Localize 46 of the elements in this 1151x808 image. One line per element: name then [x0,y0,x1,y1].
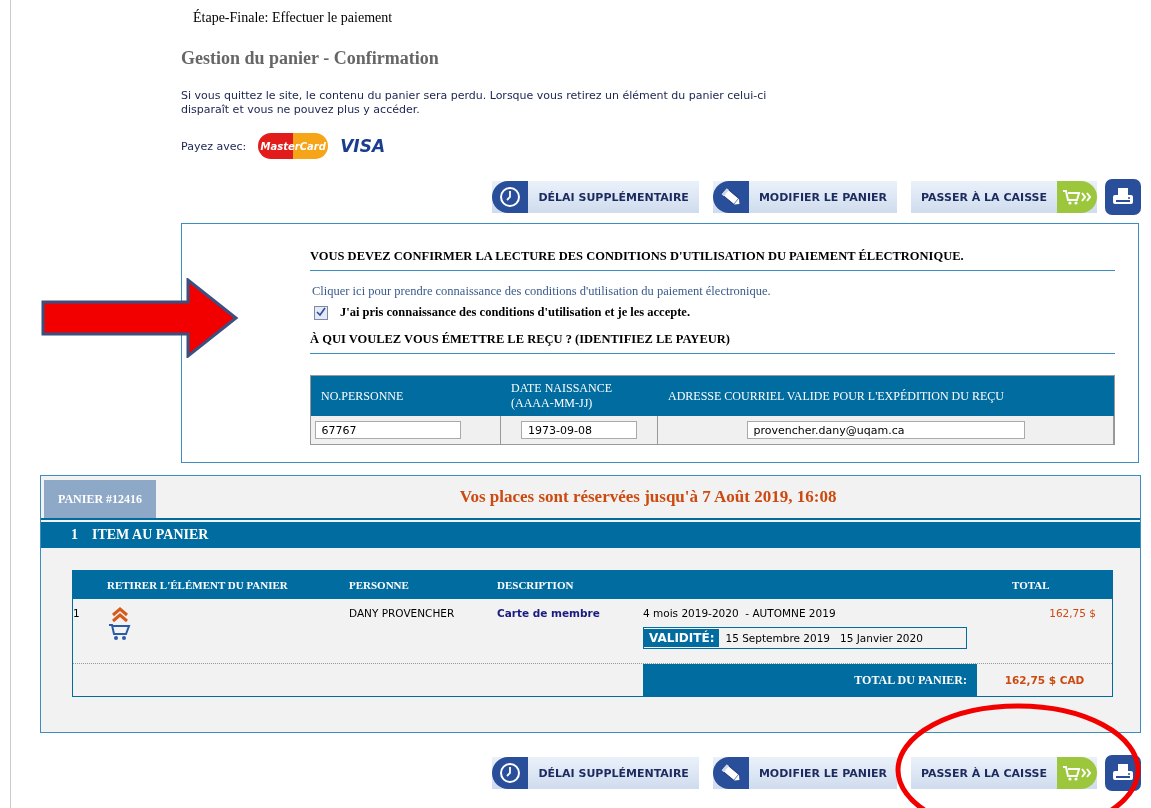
remove-cart-icon[interactable] [107,607,133,641]
mastercard-logo: MasterCard [258,133,329,159]
input-field[interactable]: 67767 [314,421,461,439]
checkout-button[interactable]: PASSER À LA CAISSE [911,757,1097,789]
clock-icon [499,762,522,784]
section-heading: VOUS DEVEZ CONFIRMER LA LECTURE DES CONDITIONS D'UTILISATION DU PAIEMENT ÉLECTRONIQUE. [310,249,1115,271]
column-header: DATE NAISSANCE (AAAA-MM-JJ) [510,381,613,411]
column-header: RETIRER L'ÉLÉMENT DU PANIER [107,579,289,591]
table-cell-text: DANY PROVENCHER [349,607,456,621]
notice-text: Si vous quittez le site, le contenu du panier sera perdu. Lorsque vous retirez un élément du panier celui-ci disparaît et vous ne pouvez plus y accéder. [181,89,768,117]
table-cell-text: 162,75 $ [1048,607,1097,621]
cart-arrow-icon [1062,764,1092,782]
item-count-label: ITEM AU PANIER [92,527,209,543]
clock-icon [499,186,522,208]
visa-logo: VISA [340,136,386,156]
cart-arrow-icon [1062,188,1092,206]
edit-cart-button[interactable]: MODIFIER LE PANIER [712,181,898,213]
total-label: TOTAL DU PANIER: [643,664,977,696]
total-value: 162,75 $ CAD [1003,673,1086,688]
validity-label: VALIDITÉ: [644,629,720,647]
pay-with-label: Payez avec: [181,139,247,153]
input-field[interactable]: provencher.dany@uqam.ca [746,421,1025,439]
column-header: DESCRIPTION [497,579,575,591]
edit-cart-button[interactable]: MODIFIER LE PANIER [712,757,898,789]
column-header: NO.PERSONNE [320,388,405,404]
row-index: 1 [73,607,81,621]
checkbox[interactable] [314,305,328,320]
input-field[interactable]: 1973-09-08 [521,421,637,439]
extra-time-button[interactable]: DÉLAI SUPPLÉMENTAIRE [492,181,699,213]
extra-time-button[interactable]: DÉLAI SUPPLÉMENTAIRE [492,757,699,789]
step-title: Étape-Finale: Effectuer le paiement [192,8,394,26]
table-cell-text: Carte de membre [497,607,601,621]
reservation-text: Vos places sont réservées jusqu'à 7 Août 2019, 16:08 [458,487,838,507]
validity-end: 15 Janvier 2020 [840,632,923,644]
validity-start: 15 Septembre 2019 [725,632,831,644]
checkbox-label: J'ai pris connaissance des conditions d'utilisation et je les accepte. [340,305,690,320]
item-details: 4 mois 2019-2020 - AUTOMNE 2019 [643,607,837,619]
column-header: TOTAL [1012,579,1051,591]
column-header: ADRESSE COURRIEL VALIDE POUR L'EXPÉDITION DU REÇU [667,388,1005,404]
column-header: PERSONNE [349,579,410,591]
page-title: Gestion du panier - Confirmation [181,48,440,69]
item-count: 1 [71,527,78,543]
checkout-button[interactable]: PASSER À LA CAISSE [911,181,1097,213]
conditions-link[interactable]: Cliquer ici pour prendre connaissance des conditions d'utilisation du paiement électronique. [312,284,1115,299]
section-heading: À QUI VOULEZ VOUS ÉMETTRE LE REÇU ? (IDENTIFIEZ LE PAYEUR) [310,332,1115,354]
print-button[interactable] [1105,179,1141,215]
